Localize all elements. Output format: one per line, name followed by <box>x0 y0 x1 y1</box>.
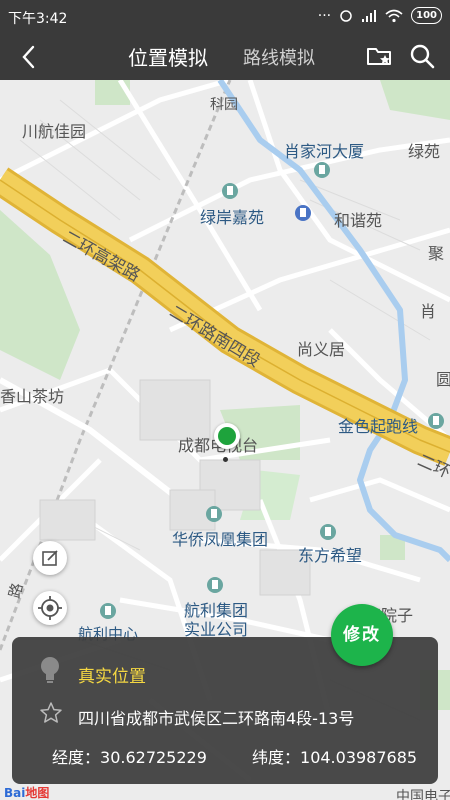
map-label-xiangshan: 香山茶坊 <box>0 387 65 406</box>
bus-stop-icon <box>295 205 311 221</box>
location-marker-icon[interactable] <box>214 423 240 449</box>
map-label-lvan: 绿岸嘉苑 <box>200 208 265 227</box>
map-label-hexie: 和谐苑 <box>334 211 383 230</box>
map-label-xiaojiahe: 肖家河大厦 <box>284 142 365 161</box>
tab-route-simulation[interactable]: 路线模拟 <box>243 44 315 70</box>
map-label-huaqiao: 华侨凤凰集团 <box>172 530 269 549</box>
poi-icon <box>428 413 444 429</box>
my-location-button[interactable] <box>33 591 67 625</box>
map-label-dongfang: 东方希望 <box>298 546 363 565</box>
edit-location-button[interactable] <box>33 541 67 575</box>
longitude-value: 30.62725229 <box>100 748 207 767</box>
address-text: 四川省成都市武侯区二环路南4段-13号 <box>78 709 355 728</box>
poi-icon <box>207 577 223 593</box>
edit-icon <box>42 550 58 566</box>
map-label-jinse: 金色起跑线 <box>338 417 419 436</box>
lightbulb-icon <box>41 657 59 683</box>
poi-icon <box>314 162 330 178</box>
baidu-logo-text: Bai <box>4 786 26 800</box>
nav-bar: 位置模拟 路线模拟 <box>0 33 450 80</box>
status-bar: 下午3:42 ··· 100 <box>0 0 450 33</box>
longitude-label: 经度： <box>52 748 101 767</box>
search-icon[interactable] <box>408 42 436 70</box>
real-location-title: 真实位置 <box>78 667 146 687</box>
baidu-map-logo: Bai地图 <box>4 784 49 800</box>
map-label-chuanhang: 川航佳园 <box>22 122 87 141</box>
baidu-logo-paw: 地图 <box>25 786 50 800</box>
map-label-zhongguo: 中国电子 <box>396 789 450 800</box>
map-label-keyuan: 科园 <box>210 97 238 113</box>
status-icons: ··· 100 <box>318 7 442 24</box>
longitude-readout: 经度：30.62725229 <box>52 744 207 768</box>
signal-icon <box>362 9 377 22</box>
map-label-shangyi: 尚义居 <box>297 340 346 359</box>
latitude-value: 104.03987685 <box>300 748 418 767</box>
crosshair-icon <box>38 596 62 620</box>
star-outline-icon[interactable] <box>39 701 63 725</box>
map-label-xiao: 肖 <box>420 302 437 321</box>
more-dots-icon: ··· <box>317 7 332 24</box>
poi-icon <box>206 506 222 522</box>
back-arrow-icon[interactable] <box>14 42 44 72</box>
marker-point <box>223 457 228 462</box>
map-label-yuan: 圆 <box>436 370 450 389</box>
favorite-folder-icon[interactable] <box>366 43 394 69</box>
status-time: 下午3:42 <box>8 11 68 27</box>
alarm-icon <box>340 9 352 22</box>
poi-icon <box>320 524 336 540</box>
poi-icon <box>222 183 238 199</box>
tab-location-simulation[interactable]: 位置模拟 <box>128 42 208 71</box>
map-label-lvyuan: 绿苑 <box>408 142 441 161</box>
wifi-icon <box>385 9 403 22</box>
latitude-readout: 纬度：104.03987685 <box>252 744 417 768</box>
latitude-label: 纬度： <box>252 748 301 767</box>
modify-button[interactable]: 修改 <box>331 604 393 666</box>
map-label-ju: 聚 <box>428 244 445 263</box>
battery-indicator: 100 <box>411 7 442 24</box>
poi-icon <box>100 603 116 619</box>
